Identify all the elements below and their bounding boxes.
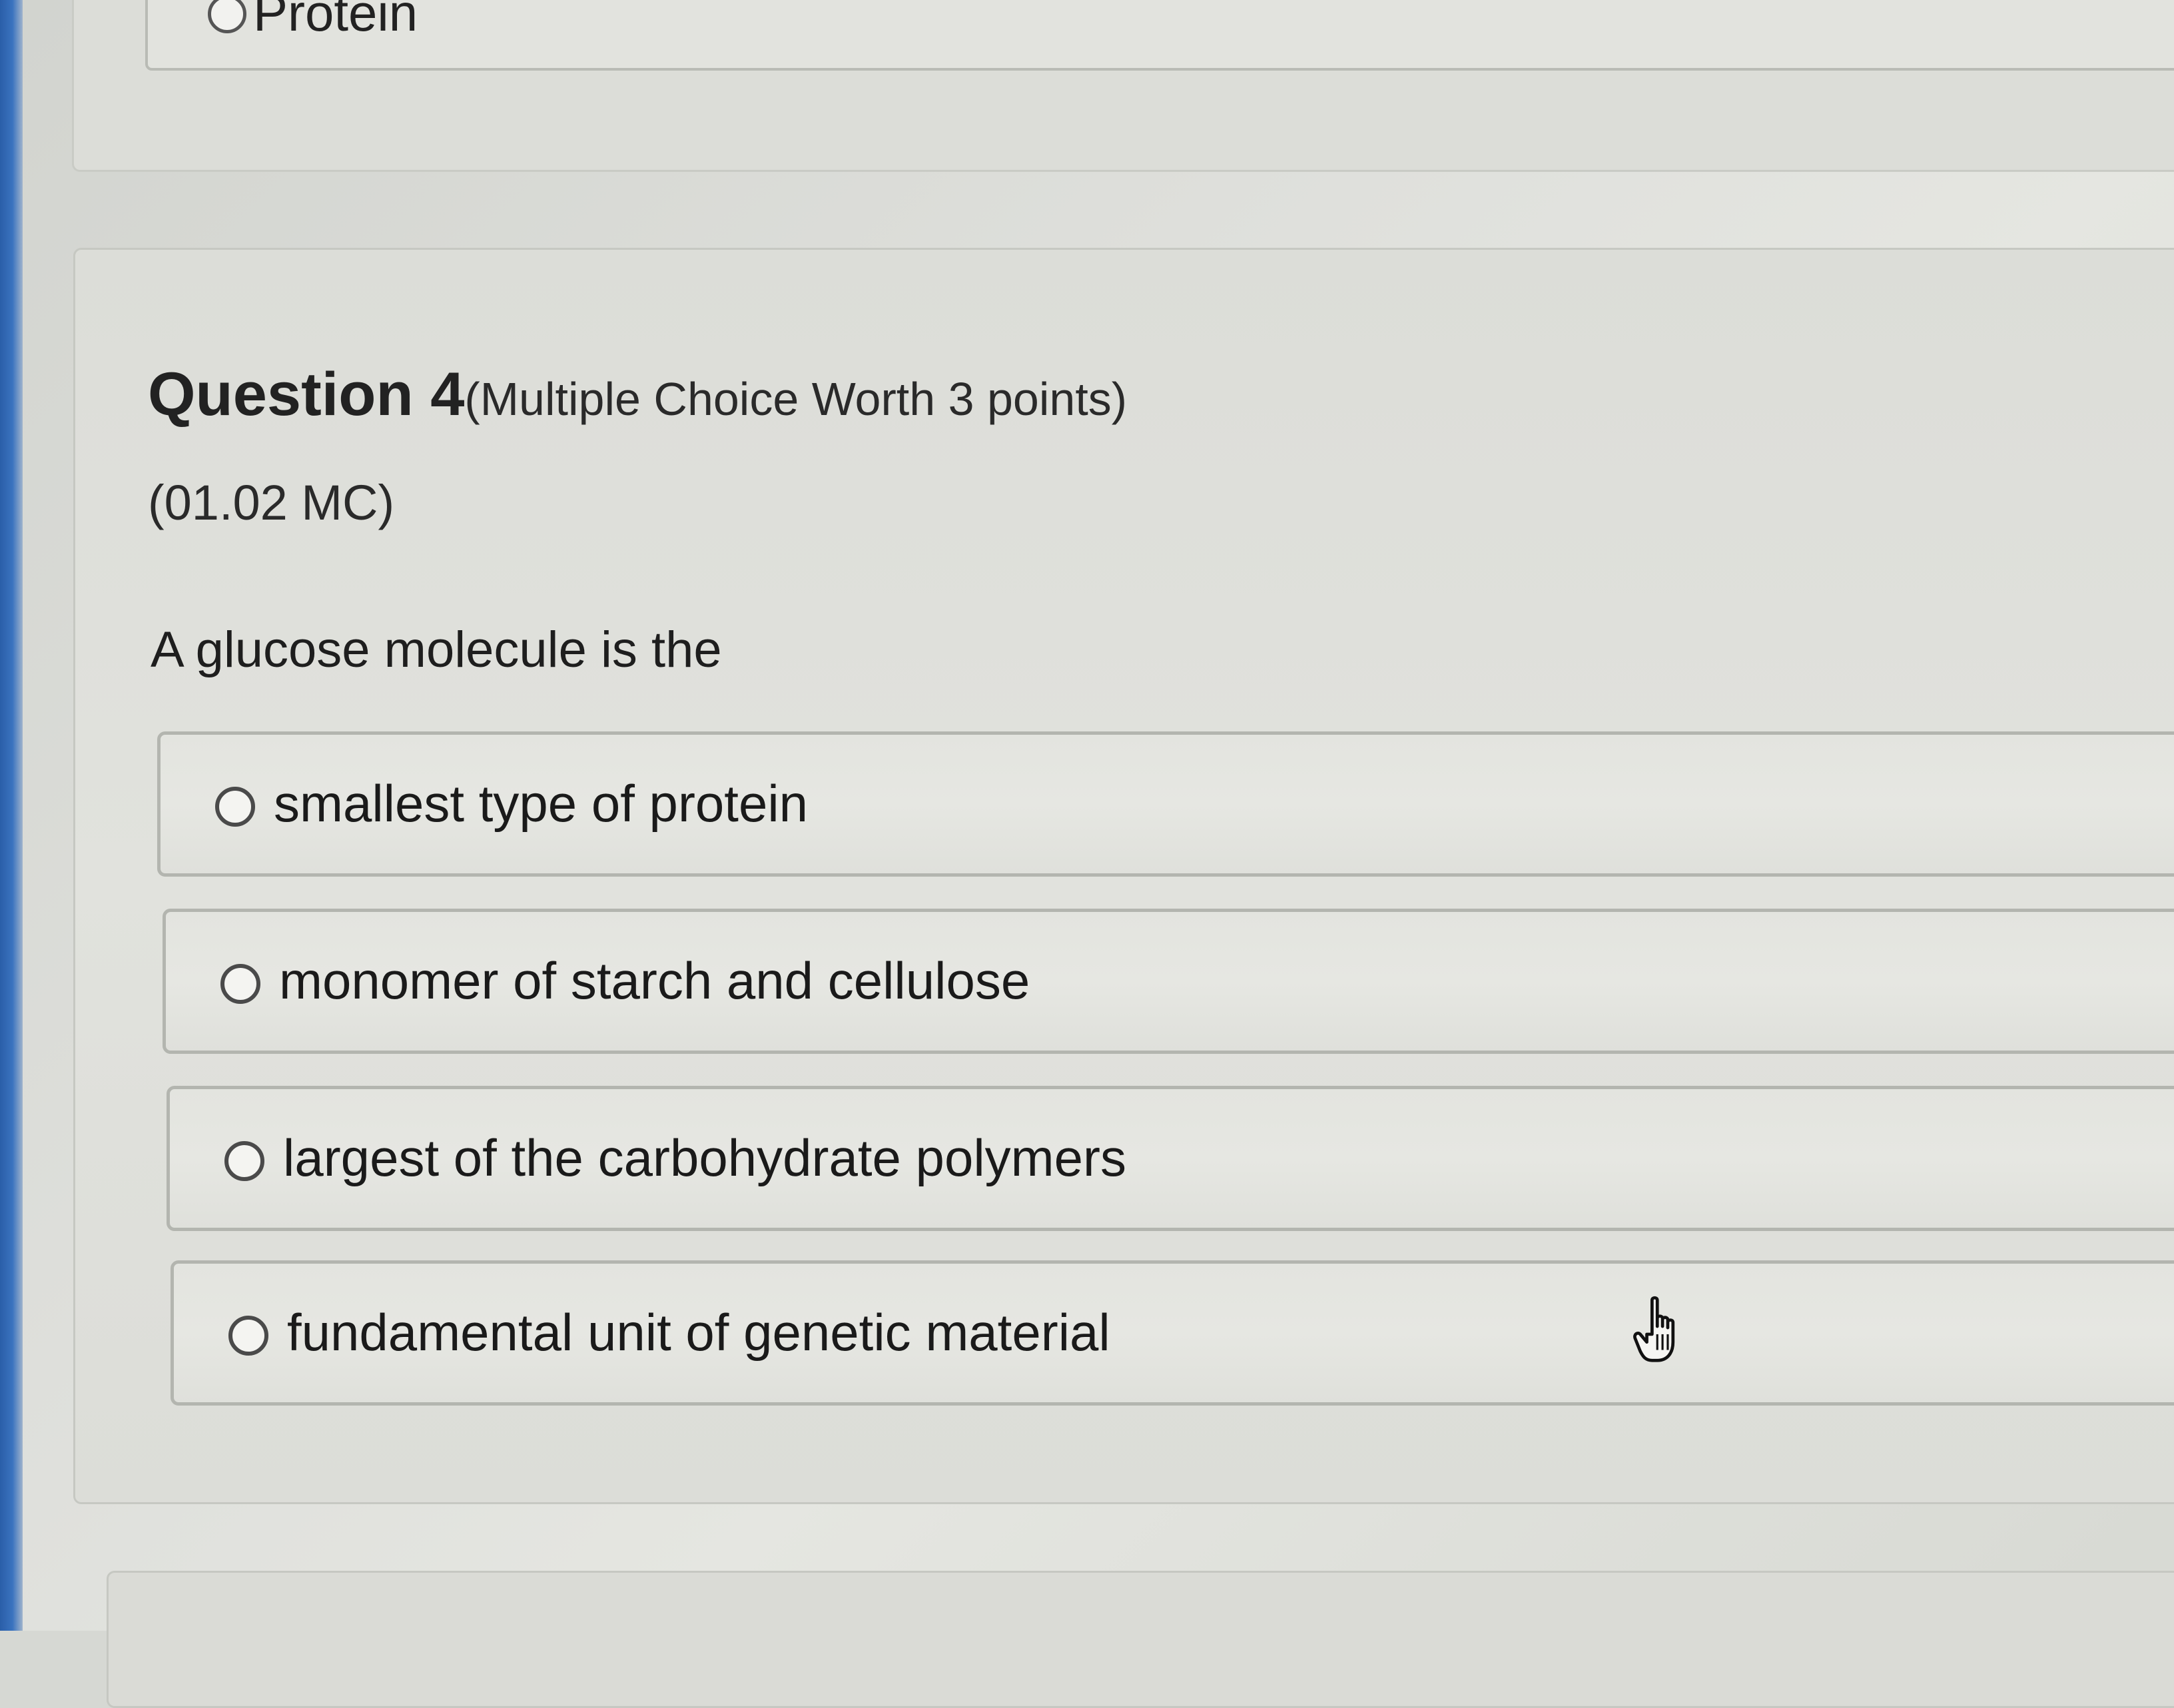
question-stem: A glucose molecule is the <box>151 622 722 678</box>
option-label: fundamental unit of genetic material <box>287 1303 1110 1362</box>
question-number: Question 4 <box>148 360 465 428</box>
radio-button[interactable] <box>215 787 255 827</box>
option-label: largest of the carbohydrate polymers <box>283 1128 1126 1187</box>
next-question-card <box>107 1571 2174 1708</box>
radio-button[interactable] <box>228 1316 268 1356</box>
question-header: Question 4(Multiple Choice Worth 3 point… <box>148 360 1127 430</box>
monitor-bezel <box>0 0 23 1631</box>
question-type-points: (Multiple Choice Worth 3 points) <box>464 373 1128 425</box>
hand-pointer-icon <box>1633 1296 1675 1362</box>
option-label: smallest type of protein <box>274 774 809 833</box>
answer-option-3[interactable]: largest of the carbohydrate polymers <box>167 1086 2174 1231</box>
radio-button[interactable] <box>208 0 246 33</box>
answer-option-2[interactable]: monomer of starch and cellulose <box>163 909 2174 1054</box>
option-label: Protein <box>253 0 418 42</box>
previous-question-option[interactable]: Protein <box>145 0 2174 71</box>
radio-button[interactable] <box>224 1141 264 1181</box>
question-code: (01.02 MC) <box>148 475 395 530</box>
radio-button[interactable] <box>220 964 260 1004</box>
answer-option-1[interactable]: smallest type of protein <box>157 731 2174 877</box>
answer-option-4[interactable]: fundamental unit of genetic material <box>171 1260 2174 1406</box>
option-label: monomer of starch and cellulose <box>279 951 1030 1010</box>
